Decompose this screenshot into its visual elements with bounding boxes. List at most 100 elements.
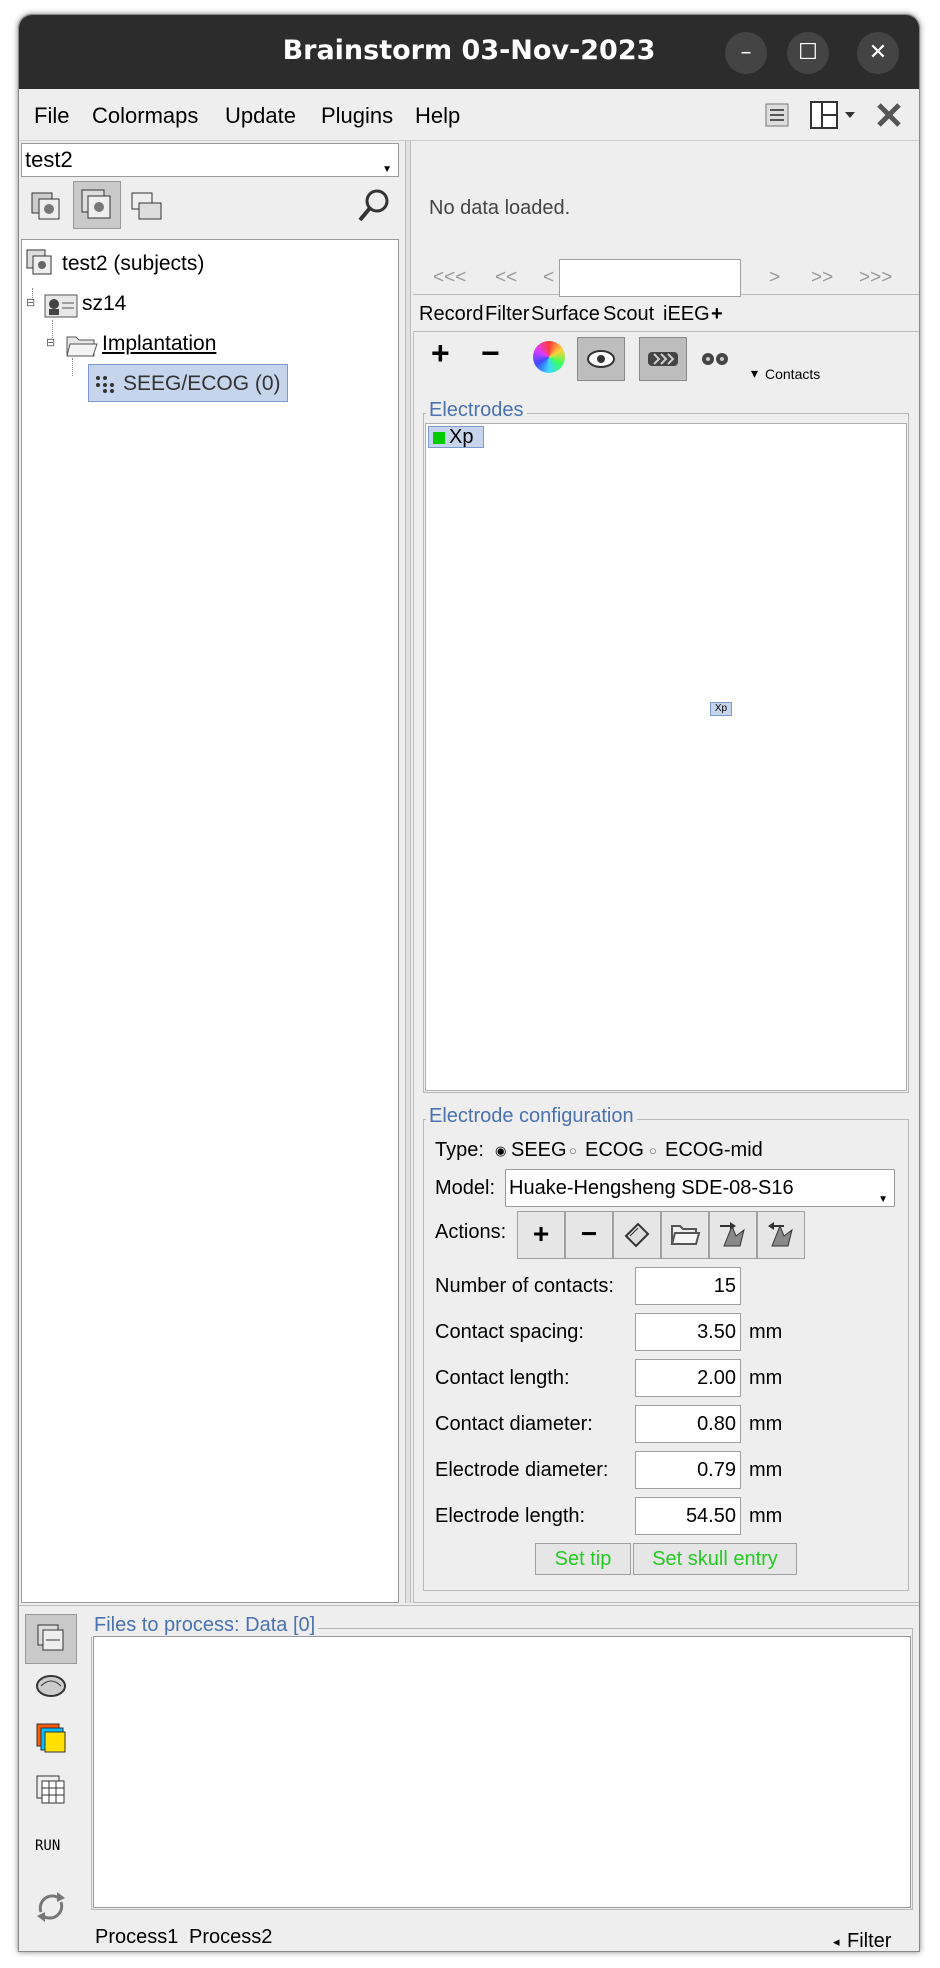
contact-diameter-input[interactable]: 0.80 xyxy=(635,1405,741,1443)
electrodes-legend: Electrodes xyxy=(426,399,527,422)
process-timefreq-icon[interactable] xyxy=(33,1720,69,1756)
files-to-process-list[interactable] xyxy=(93,1636,911,1908)
nav-fast-forward-button[interactable]: >> xyxy=(811,267,833,289)
electrode-diameter-input[interactable]: 0.79 xyxy=(635,1451,741,1489)
time-value-input[interactable] xyxy=(559,259,741,297)
contact-spacing-input[interactable]: 3.50 xyxy=(635,1313,741,1351)
radio-ecog-label[interactable]: ECOG xyxy=(585,1139,644,1162)
color-wheel-icon[interactable] xyxy=(533,341,565,373)
seeg-icon xyxy=(95,375,115,393)
tree-root-label[interactable]: test2 (subjects) xyxy=(62,252,204,276)
contacts-dropdown-arrow[interactable]: ▾ xyxy=(751,365,758,382)
add-model-button[interactable]: + xyxy=(517,1211,565,1259)
tab-add[interactable]: + xyxy=(711,303,723,326)
window-layout-icon[interactable] xyxy=(809,99,859,131)
tab-record[interactable]: Record xyxy=(419,303,483,326)
set-tip-button[interactable]: Set tip xyxy=(535,1543,631,1575)
electrode-config-legend: Electrode configuration xyxy=(426,1105,637,1128)
database-view-icon[interactable] xyxy=(129,187,165,227)
filter-button[interactable]: Filter xyxy=(847,1930,891,1951)
no-data-message: No data loaded. xyxy=(429,197,571,219)
num-contacts-label: Number of contacts: xyxy=(435,1275,614,1297)
electrode-length-label: Electrode length: xyxy=(435,1505,586,1527)
process-matrix-icon[interactable] xyxy=(33,1772,69,1808)
process-sources-icon[interactable] xyxy=(33,1668,69,1704)
contact-spacing-unit: mm xyxy=(749,1321,783,1343)
subjects-view-icon[interactable] xyxy=(29,187,65,227)
process-panel: RUN Files to process: Data [0] Process1 … xyxy=(19,1605,919,1951)
list-layout-icon[interactable] xyxy=(763,101,791,129)
radio-ecog-mid[interactable]: ○ xyxy=(649,1143,657,1158)
menu-file[interactable]: File xyxy=(34,103,69,129)
radio-seeg-label[interactable]: SEEG xyxy=(511,1139,567,1162)
functional-view-icon[interactable] xyxy=(73,181,121,229)
subject-icon xyxy=(44,294,78,318)
remove-model-button[interactable]: − xyxy=(565,1211,613,1259)
collapse-icon[interactable]: ⊟ xyxy=(46,336,55,349)
electrode-length-input[interactable]: 54.50 xyxy=(635,1497,741,1535)
eye-icon[interactable] xyxy=(577,337,625,381)
menu-update[interactable]: Update xyxy=(225,103,296,129)
database-tree: test2 (subjects) ⊟ sz14 ⊟ Implantation S… xyxy=(21,239,399,1603)
nav-last-button[interactable]: >>> xyxy=(859,267,892,289)
contact-spacing-label: Contact spacing: xyxy=(435,1321,584,1343)
electrode-list-item[interactable]: Xp xyxy=(428,426,484,448)
window-title: Brainstorm 03-Nov-2023 xyxy=(282,35,656,66)
radio-ecog[interactable]: ○ xyxy=(569,1143,577,1158)
edit-model-icon[interactable] xyxy=(613,1211,661,1259)
search-icon[interactable] xyxy=(357,187,393,227)
contacts-display-icon[interactable] xyxy=(699,349,731,369)
export-model-icon[interactable] xyxy=(757,1211,805,1259)
split-divider[interactable] xyxy=(405,141,411,1603)
remove-electrode-button[interactable]: − xyxy=(481,335,500,372)
tab-surface[interactable]: Surface xyxy=(531,303,600,326)
nav-fast-back-button[interactable]: << xyxy=(495,267,517,289)
tab-process2[interactable]: Process2 xyxy=(189,1926,272,1949)
filter-arrow-icon: ◂ xyxy=(833,1934,840,1949)
minimize-button[interactable]: – xyxy=(725,32,767,74)
tree-item-selected[interactable]: SEEG/ECOG (0) xyxy=(88,364,288,402)
tree-folder-label[interactable]: Implantation xyxy=(102,332,216,356)
electrode-list[interactable]: Xp Xp xyxy=(425,423,907,1091)
tab-process1[interactable]: Process1 xyxy=(95,1926,178,1949)
panel-tabs: Record Filter Surface Scout iEEG + xyxy=(413,297,919,331)
model-select[interactable]: Huake-Hengsheng SDE-08-S16 ▼ xyxy=(505,1169,895,1207)
tree-item-label: SEEG/ECOG (0) xyxy=(123,372,281,395)
add-electrode-button[interactable]: + xyxy=(431,335,450,372)
nav-back-button[interactable]: < xyxy=(543,267,554,289)
electrode-length-unit: mm xyxy=(749,1505,783,1527)
contact-length-label: Contact length: xyxy=(435,1367,570,1389)
protocol-select[interactable]: test2 ▼ xyxy=(21,143,399,177)
reload-icon[interactable] xyxy=(33,1888,69,1924)
tab-filter[interactable]: Filter xyxy=(485,303,529,326)
radio-seeg[interactable]: ◉ xyxy=(495,1143,506,1159)
nav-first-button[interactable]: <<< xyxy=(433,267,466,289)
menu-bar: File Colormaps Update Plugins Help xyxy=(19,89,919,141)
collapse-icon[interactable]: ⊟ xyxy=(26,296,35,309)
radio-ecog-mid-label[interactable]: ECOG-mid xyxy=(665,1139,763,1162)
electrode-display-icon[interactable] xyxy=(639,337,687,381)
open-folder-icon[interactable] xyxy=(661,1211,709,1259)
set-skull-entry-button[interactable]: Set skull entry xyxy=(633,1543,797,1575)
electrode-marker[interactable]: Xp xyxy=(710,702,732,716)
menu-colormaps[interactable]: Colormaps xyxy=(92,103,198,129)
run-button[interactable]: RUN xyxy=(35,1838,60,1854)
model-select-value: Huake-Hengsheng SDE-08-S16 xyxy=(509,1177,794,1199)
process-data-icon[interactable] xyxy=(25,1614,77,1664)
tree-connector xyxy=(72,358,73,376)
tab-ieeg[interactable]: iEEG xyxy=(663,303,710,326)
close-x-icon[interactable] xyxy=(875,101,903,129)
tab-scout[interactable]: Scout xyxy=(603,303,654,326)
tree-subject-label[interactable]: sz14 xyxy=(82,292,126,316)
menu-plugins[interactable]: Plugins xyxy=(321,103,393,129)
menu-help[interactable]: Help xyxy=(415,103,460,129)
maximize-button[interactable]: ☐ xyxy=(787,32,829,74)
contact-length-input[interactable]: 2.00 xyxy=(635,1359,741,1397)
import-model-icon[interactable] xyxy=(709,1211,757,1259)
close-window-button[interactable]: ✕ xyxy=(857,32,899,74)
num-contacts-input[interactable]: 15 xyxy=(635,1267,741,1305)
electrode-diameter-label: Electrode diameter: xyxy=(435,1459,609,1481)
contacts-dropdown-label[interactable]: Contacts xyxy=(765,366,820,382)
nav-forward-button[interactable]: > xyxy=(769,267,780,289)
title-bar: Brainstorm 03-Nov-2023 – ☐ ✕ xyxy=(19,15,919,89)
